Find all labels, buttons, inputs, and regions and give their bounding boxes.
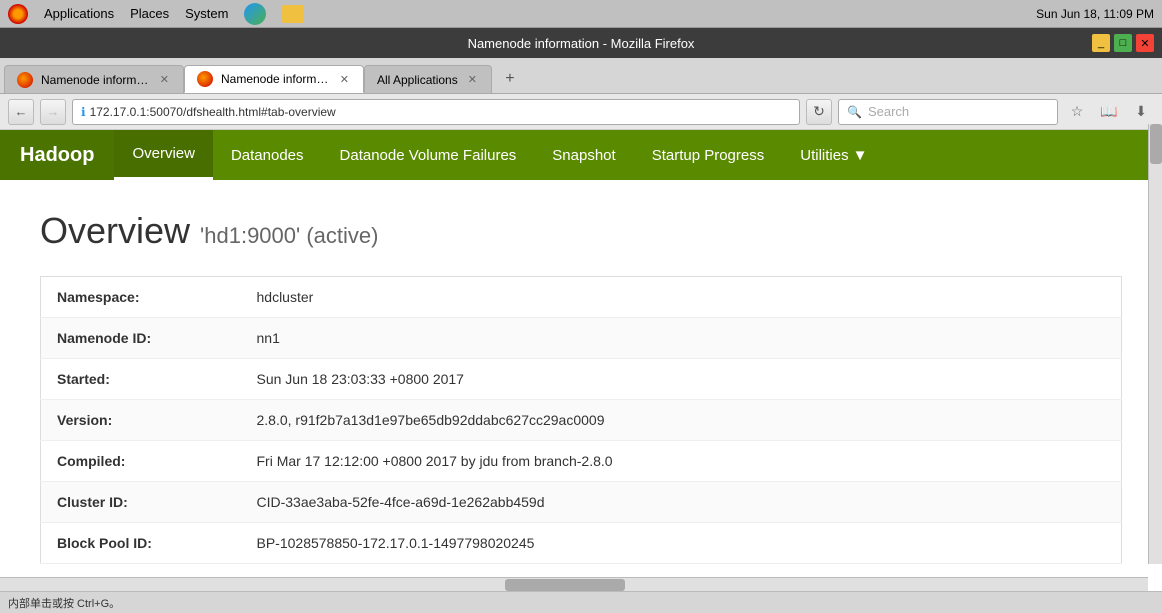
tab-label-0: Namenode information [41, 73, 150, 87]
table-cell-label: Block Pool ID: [41, 523, 241, 564]
applications-menu[interactable]: Applications [44, 6, 114, 21]
os-bar-left: Applications Places System [8, 3, 304, 25]
table-cell-label: Started: [41, 359, 241, 400]
table-cell-label: Version: [41, 400, 241, 441]
url-bar[interactable]: ℹ 172.17.0.1:50070/dfshealth.html#tab-ov… [72, 99, 800, 125]
forward-button[interactable]: → [40, 99, 66, 125]
firefox-icon-1 [197, 71, 213, 87]
table-row: Cluster ID:CID-33ae3aba-52fe-4fce-a69d-1… [41, 482, 1122, 523]
table-cell-value: Fri Mar 17 12:12:00 +0800 2017 by jdu fr… [241, 441, 1122, 482]
tab-0[interactable]: Namenode information ✕ [4, 65, 184, 93]
nav-item-utilities[interactable]: Utilities ▼ [782, 130, 885, 180]
nav-item-startup-progress[interactable]: Startup Progress [634, 130, 783, 180]
table-cell-label: Compiled: [41, 441, 241, 482]
table-cell-label: Namenode ID: [41, 318, 241, 359]
maximize-button[interactable]: □ [1114, 34, 1132, 52]
info-table: Namespace:hdclusterNamenode ID:nn1Starte… [40, 276, 1122, 564]
utilities-dropdown-icon: ▼ [853, 147, 868, 164]
hadoop-logo: Hadoop [0, 130, 114, 180]
table-row: Block Pool ID:BP-1028578850-172.17.0.1-1… [41, 523, 1122, 564]
info-icon: ℹ [81, 105, 86, 119]
table-row: Namespace:hdcluster [41, 277, 1122, 318]
url-text: 172.17.0.1:50070/dfshealth.html#tab-over… [90, 105, 791, 119]
table-cell-label: Namespace: [41, 277, 241, 318]
table-cell-value: CID-33ae3aba-52fe-4fce-a69d-1e262abb459d [241, 482, 1122, 523]
close-button[interactable]: ✕ [1136, 34, 1154, 52]
bookmark-button[interactable]: ☆ [1064, 99, 1090, 125]
table-cell-value: BP-1028578850-172.17.0.1-1497798020245 [241, 523, 1122, 564]
folder-icon [282, 5, 304, 23]
search-placeholder: Search [868, 104, 909, 119]
table-cell-value: nn1 [241, 318, 1122, 359]
title-bar: Namenode information - Mozilla Firefox _… [0, 28, 1162, 58]
nav-item-overview[interactable]: Overview [114, 130, 213, 180]
search-bar[interactable]: 🔍 Search [838, 99, 1058, 125]
tab-label-1: Namenode information [221, 72, 330, 86]
tab-close-0[interactable]: ✕ [158, 73, 171, 86]
table-cell-value: 2.8.0, r91f2b7a13d1e97be65db92ddabc627cc… [241, 400, 1122, 441]
reader-button[interactable]: 📖 [1096, 99, 1122, 125]
datetime: Sun Jun 18, 11:09 PM [1036, 7, 1154, 21]
search-icon: 🔍 [847, 105, 862, 119]
page-heading: Overview 'hd1:9000' (active) [40, 210, 1122, 252]
table-row: Namenode ID:nn1 [41, 318, 1122, 359]
scrollbar-right[interactable] [1148, 124, 1162, 564]
table-row: Compiled:Fri Mar 17 12:12:00 +0800 2017 … [41, 441, 1122, 482]
new-tab-button[interactable]: + [496, 65, 524, 93]
minimize-button[interactable]: _ [1092, 34, 1110, 52]
globe-icon [244, 3, 266, 25]
nav-item-datanodes[interactable]: Datanodes [213, 130, 322, 180]
firefox-icon-0 [17, 72, 33, 88]
table-cell-value: hdcluster [241, 277, 1122, 318]
table-cell-label: Cluster ID: [41, 482, 241, 523]
hadoop-nav: Hadoop Overview Datanodes Datanode Volum… [0, 130, 1162, 180]
system-menu[interactable]: System [185, 6, 228, 21]
window-title: Namenode information - Mozilla Firefox [468, 36, 695, 51]
tab-label-2: All Applications [377, 73, 458, 87]
tab-close-1[interactable]: ✕ [338, 73, 351, 86]
horizontal-scrollbar-thumb[interactable] [505, 579, 625, 591]
nav-items: Overview Datanodes Datanode Volume Failu… [114, 130, 885, 180]
tab-close-2[interactable]: ✕ [466, 73, 479, 86]
tab-2[interactable]: All Applications ✕ [364, 65, 492, 93]
table-row: Started:Sun Jun 18 23:03:33 +0800 2017 [41, 359, 1122, 400]
status-bar: 内部单击或按 Ctrl+G。 [0, 591, 1162, 613]
status-text: 内部单击或按 Ctrl+G。 [8, 595, 120, 611]
address-bar: ← → ℹ 172.17.0.1:50070/dfshealth.html#ta… [0, 94, 1162, 130]
back-button[interactable]: ← [8, 99, 34, 125]
table-cell-value: Sun Jun 18 23:03:33 +0800 2017 [241, 359, 1122, 400]
utilities-label: Utilities [800, 147, 848, 164]
page-title: Overview [40, 210, 190, 251]
os-app-icon [8, 4, 28, 24]
places-menu[interactable]: Places [130, 6, 169, 21]
nav-item-snapshot[interactable]: Snapshot [534, 130, 633, 180]
nav-item-datanode-volume-failures[interactable]: Datanode Volume Failures [322, 130, 535, 180]
tab-bar: Namenode information ✕ Namenode informat… [0, 58, 1162, 94]
table-row: Version:2.8.0, r91f2b7a13d1e97be65db92dd… [41, 400, 1122, 441]
tab-1[interactable]: Namenode information ✕ [184, 65, 364, 93]
os-bar: Applications Places System Sun Jun 18, 1… [0, 0, 1162, 28]
downloads-button[interactable]: ⬇ [1128, 99, 1154, 125]
reload-button[interactable]: ↻ [806, 99, 832, 125]
window-controls[interactable]: _ □ ✕ [1092, 34, 1154, 52]
page-subtitle: 'hd1:9000' (active) [200, 223, 378, 248]
main-content: Overview 'hd1:9000' (active) Namespace:h… [0, 180, 1162, 594]
horizontal-scrollbar[interactable] [0, 577, 1148, 591]
scrollbar-thumb[interactable] [1150, 124, 1162, 164]
